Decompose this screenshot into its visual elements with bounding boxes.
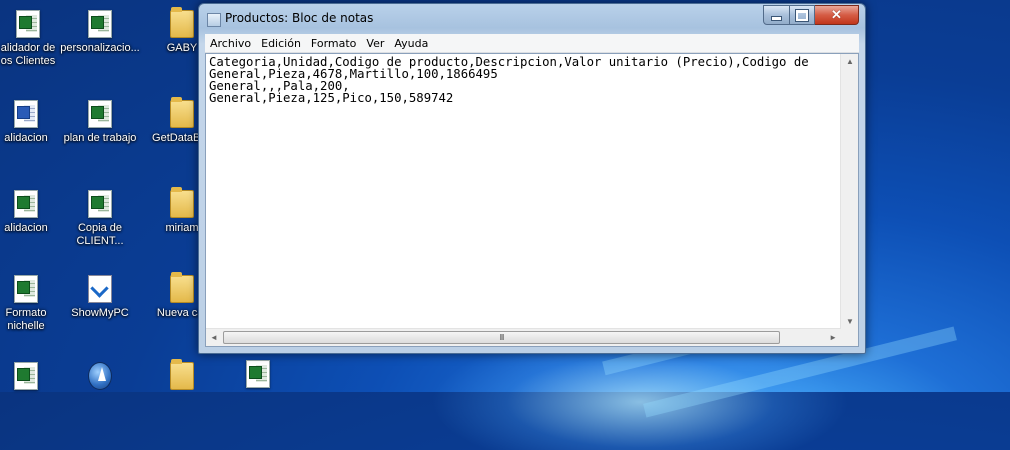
excel-file-icon bbox=[14, 190, 38, 218]
scroll-right-arrow-icon[interactable]: ► bbox=[829, 333, 837, 342]
desktop-icon-label: miriam bbox=[165, 222, 199, 234]
scroll-grip-icon: III bbox=[499, 333, 505, 342]
app-shortcut-icon bbox=[88, 275, 112, 303]
close-icon: ✕ bbox=[831, 7, 842, 22]
desktop-icon-validador-clientes[interactable]: alidador de os Clientes bbox=[0, 10, 68, 68]
title-bar[interactable]: Productos: Bloc de notas ✕ bbox=[199, 4, 865, 32]
compass-app-icon bbox=[88, 362, 112, 390]
scroll-down-arrow-icon[interactable]: ▼ bbox=[846, 317, 854, 326]
desktop-icon-label: plan de trabajo bbox=[63, 132, 137, 144]
scroll-left-arrow-icon[interactable]: ◄ bbox=[210, 333, 218, 342]
desktop-icon-showmypc[interactable]: ShowMyPC bbox=[60, 275, 140, 320]
window-title: Productos: Bloc de notas bbox=[225, 11, 374, 25]
desktop-icon-excel-bottom-2[interactable] bbox=[218, 360, 298, 392]
folder-icon bbox=[170, 359, 194, 390]
excel-file-icon bbox=[88, 100, 112, 128]
desktop-icon-plan-de-trabajo[interactable]: plan de trabajo bbox=[60, 100, 140, 145]
desktop-icon-label: alidador de os Clientes bbox=[0, 42, 56, 67]
desktop-icon-validacion-word[interactable]: alidacion bbox=[0, 100, 66, 145]
excel-file-icon bbox=[88, 10, 112, 38]
notepad-window[interactable]: Productos: Bloc de notas ✕ Archivo Edici… bbox=[198, 3, 866, 354]
desktop-icon-label: personalizacio... bbox=[60, 42, 140, 54]
text-line: General,Pieza,125,Pico,150,589742 bbox=[209, 91, 454, 105]
excel-file-icon bbox=[88, 190, 112, 218]
excel-file-icon bbox=[246, 360, 270, 388]
desktop-icon-label: alidacion bbox=[4, 132, 48, 144]
desktop-icon-label: GABY bbox=[166, 42, 198, 54]
desktop-icon-label: alidacion bbox=[4, 222, 48, 234]
excel-file-icon bbox=[14, 362, 38, 390]
desktop-icon-excel-bottom[interactable] bbox=[0, 362, 66, 394]
desktop-icon-validacion-excel[interactable]: alidacion bbox=[0, 190, 66, 235]
text-editor[interactable]: Categoria,Unidad,Codigo de producto,Desc… bbox=[205, 53, 859, 347]
desktop-icon-label: Copia de CLIENT... bbox=[76, 222, 124, 247]
menu-edicion[interactable]: Edición bbox=[256, 37, 306, 50]
excel-file-icon bbox=[14, 275, 38, 303]
maximize-icon bbox=[795, 8, 809, 22]
scroll-up-arrow-icon[interactable]: ▲ bbox=[846, 57, 854, 66]
caption-buttons: ✕ bbox=[763, 5, 859, 25]
excel-file-icon bbox=[16, 10, 40, 38]
menu-ayuda[interactable]: Ayuda bbox=[389, 37, 433, 50]
minimize-icon bbox=[771, 15, 782, 21]
menu-bar: Archivo Edición Formato Ver Ayuda bbox=[205, 34, 859, 53]
desktop-icon-compass-bottom[interactable] bbox=[60, 362, 140, 394]
folder-icon bbox=[170, 272, 194, 303]
minimize-button[interactable] bbox=[763, 5, 790, 25]
desktop-icon-copia-de-clientes[interactable]: Copia de CLIENT... bbox=[60, 190, 140, 248]
folder-icon bbox=[170, 7, 194, 38]
close-button[interactable]: ✕ bbox=[815, 5, 859, 25]
desktop-icon-label: Formato nichelle bbox=[5, 307, 47, 332]
resize-corner[interactable] bbox=[841, 329, 858, 346]
maximize-button[interactable] bbox=[790, 5, 815, 25]
menu-archivo[interactable]: Archivo bbox=[205, 37, 256, 50]
folder-icon bbox=[170, 187, 194, 218]
word-file-icon bbox=[14, 100, 38, 128]
horizontal-scrollbar[interactable]: ◄ III ► bbox=[206, 328, 841, 346]
desktop-icon-formato-michelle[interactable]: Formato nichelle bbox=[0, 275, 66, 333]
text-area[interactable]: Categoria,Unidad,Codigo de producto,Desc… bbox=[206, 54, 841, 329]
desktop-icon-personalizacion[interactable]: personalizacio... bbox=[60, 10, 140, 55]
folder-icon bbox=[170, 97, 194, 128]
notepad-icon bbox=[207, 13, 221, 27]
horizontal-scroll-thumb[interactable]: III bbox=[223, 331, 780, 344]
vertical-scrollbar[interactable]: ▲ ▼ bbox=[840, 54, 858, 329]
desktop-icon-folder-bottom[interactable] bbox=[142, 359, 222, 394]
menu-formato[interactable]: Formato bbox=[306, 37, 362, 50]
desktop-icon-label: ShowMyPC bbox=[71, 307, 129, 319]
menu-ver[interactable]: Ver bbox=[361, 37, 389, 50]
